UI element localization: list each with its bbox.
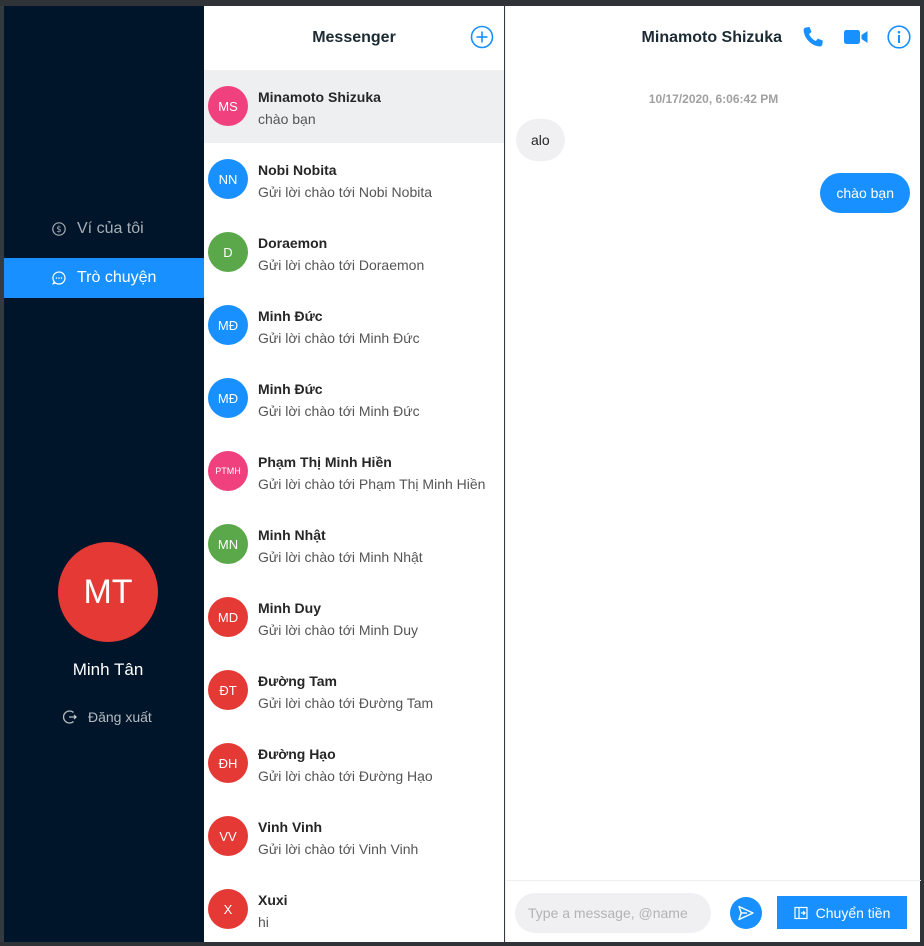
svg-text:$: $ [56,225,61,235]
conversation-name: Minh Duy [258,600,321,616]
conversation-name: Minamoto Shizuka [258,89,381,105]
conversation-item[interactable]: MN Minh Nhật Gửi lời chào tới Minh Nhật [204,508,504,581]
sidebar-item-label: Trò chuyện [77,269,157,286]
conversation-panel: Messenger MS Minamoto Shizuka chào bạn NN No… [204,6,504,942]
conversation-item[interactable]: VV Vinh Vinh Gửi lời chào tới Vinh Vinh [204,800,504,873]
conversation-list: MS Minamoto Shizuka chào bạn NN Nobi Nobita G… [204,70,504,942]
conversation-preview: chào bạn [258,111,316,127]
conversation-item[interactable]: NN Nobi Nobita Gửi lời chào tới Nobi Nobit… [204,143,504,216]
conversation-preview: Gửi lời chào tới Minh Đức [258,403,420,419]
transfer-label: Chuyển tiền [815,904,891,921]
conversation-item[interactable]: X Xuxi hi [204,873,504,942]
conversation-name: Nobi Nobita [258,162,337,178]
video-camera-icon [844,30,868,44]
video-call-button[interactable] [842,24,868,50]
conversation-avatar: X [208,889,248,929]
user-name: Minh Tân [72,660,144,679]
send-icon [738,905,754,921]
transfer-money-button[interactable]: Chuyển tiền [777,896,907,929]
conversation-name: Minh Nhật [258,527,326,543]
call-button[interactable] [800,24,826,50]
logout-button[interactable]: Đăng xuất [62,709,152,725]
logout-label: Đăng xuất [88,709,152,725]
conversation-preview: Gửi lời chào tới Minh Duy [258,622,419,638]
dollar-circle-icon: $ [52,222,66,236]
chat-panel: Minamoto Shizuka 10/17/2020, 6:06:42 PM … [505,6,921,942]
chat-bubble-icon [52,271,66,285]
conversation-avatar: PTMH [208,451,248,491]
conversation-avatar: MS [208,86,248,126]
conversation-avatar: MĐ [208,378,248,418]
sidebar-item-wallet[interactable]: $ Ví của tôi [4,209,204,249]
new-conversation-button[interactable] [470,25,494,49]
conversation-name: Doraemon [258,235,328,251]
chat-contact-name: Minamoto Shizuka [641,29,782,46]
conversation-item[interactable]: D Doraemon Gửi lời chào tới Doraemon [204,216,504,289]
conversation-avatar: MN [208,524,248,564]
conversation-preview: hi [258,914,269,930]
conversation-avatar: VV [208,816,248,856]
window-bottom-border [0,942,924,946]
conversation-avatar: D [208,232,248,272]
conversation-name: Đường Tam [258,673,337,689]
sidebar: $ Ví của tôi Trò chuyện MT Minh Tân Đăng… [4,6,204,942]
conversation-avatar: ĐT [208,670,248,710]
conversation-name: Đường Hạo [258,746,336,762]
conversation-name: Minh Đức [258,308,323,324]
conversation-name: Vinh Vinh [258,819,323,835]
conversation-header: Messenger [204,6,504,70]
conversation-name: Minh Đức [258,381,323,397]
conversation-avatar: MĐ [208,305,248,345]
conversation-item[interactable]: MĐ Minh Đức Gửi lời chào tới Minh Đức [204,362,504,435]
conversation-item[interactable]: MD Minh Duy Gửi lời chào tới Minh Duy [204,581,504,654]
conversation-item[interactable]: PTMH Phạm Thị Minh Hiền Gửi lời chào tới P… [204,435,504,508]
conversation-preview: Gửi lời chào tới Vinh Vinh [258,841,419,857]
conversation-avatar: ĐH [208,743,248,783]
phone-icon [803,27,823,47]
transfer-icon [794,906,808,920]
conversation-item[interactable]: MĐ Minh Đức Gửi lời chào tới Minh Đức [204,289,504,362]
conversation-preview: Gửi lời chào tới Đường Hạo [258,768,433,784]
message-input[interactable] [515,893,711,933]
user-avatar[interactable]: MT [58,542,158,642]
conversation-preview: Gửi lời chào tới Phạm Thị Minh Hiền [258,476,486,492]
window-right-border [920,0,924,946]
sidebar-item-label: Ví của tôi [77,220,144,237]
sidebar-item-chat[interactable]: Trò chuyện [4,258,204,298]
logout-icon [62,709,78,725]
messenger-title: Messenger [312,29,396,46]
conversation-preview: Gửi lời chào tới Nobi Nobita [258,184,433,200]
conversation-preview: Gửi lời chào tới Đường Tam [258,695,434,711]
info-button[interactable] [886,24,912,50]
info-icon [887,25,911,49]
conversation-preview: Gửi lời chào tới Doraemon [258,257,425,273]
send-button[interactable] [730,897,762,929]
conversation-item[interactable]: MS Minamoto Shizuka chào bạn [204,70,504,143]
conversation-avatar: MD [208,597,248,637]
conversation-avatar: NN [208,159,248,199]
conversation-item[interactable]: ĐH Đường Hạo Gửi lời chào tới Đường Hạo [204,727,504,800]
message-timestamp: 10/17/2020, 6:06:42 PM [648,92,779,106]
conversation-item[interactable]: ĐT Đường Tam Gửi lời chào tới Đường Tam [204,654,504,727]
plus-circle-icon [470,25,494,49]
conversation-name: Phạm Thị Minh Hiền [258,454,392,470]
conversation-preview: Gửi lời chào tới Minh Nhật [258,549,423,565]
conversation-preview: Gửi lời chào tới Minh Đức [258,330,420,346]
message-composer: Chuyển tiền [506,880,921,942]
message-bubble-incoming: alo [516,119,565,161]
message-bubble-outgoing: chào bạn [820,173,910,213]
conversation-name: Xuxi [258,892,288,908]
